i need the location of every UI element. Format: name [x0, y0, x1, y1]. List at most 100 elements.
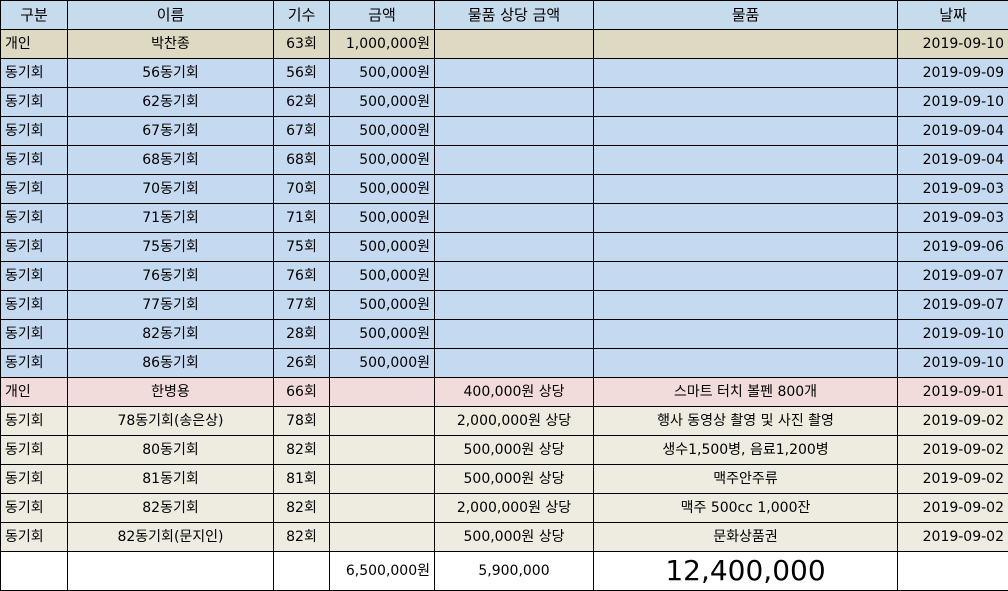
cell-gen[interactable]: 62회 — [273, 87, 330, 117]
header-goods[interactable]: 물품 — [593, 0, 898, 30]
cell-date[interactable]: 2019-09-03 — [897, 203, 1008, 233]
cell-name[interactable]: 75동기회 — [67, 232, 274, 262]
header-gen[interactable]: 기수 — [273, 0, 330, 30]
cell-name[interactable]: 68동기회 — [67, 145, 274, 175]
cell-goods[interactable]: 맥주 500cc 1,000잔 — [593, 493, 898, 523]
cell-amount[interactable]: 500,000원 — [329, 116, 435, 146]
cell-type[interactable]: 동기회 — [0, 464, 68, 494]
cell-gen[interactable]: 71회 — [273, 203, 330, 233]
cell-type[interactable]: 동기회 — [0, 145, 68, 175]
cell-date[interactable]: 2019-09-02 — [897, 464, 1008, 494]
cell-name[interactable]: 한병용 — [67, 377, 274, 407]
cell-goods[interactable] — [593, 203, 898, 233]
cell-amount[interactable]: 500,000원 — [329, 203, 435, 233]
cell-name[interactable]: 78동기회(송은상) — [67, 406, 274, 436]
total-gen-cell[interactable] — [273, 551, 330, 591]
cell-gen[interactable]: 78회 — [273, 406, 330, 436]
cell-gen[interactable]: 26회 — [273, 348, 330, 378]
cell-goods-value[interactable] — [434, 145, 594, 175]
total-date-cell[interactable] — [897, 551, 1008, 591]
cell-gen[interactable]: 66회 — [273, 377, 330, 407]
cell-gen[interactable]: 63회 — [273, 29, 330, 59]
cell-amount[interactable]: 500,000원 — [329, 232, 435, 262]
cell-date[interactable]: 2019-09-02 — [897, 493, 1008, 523]
cell-goods-value[interactable] — [434, 87, 594, 117]
cell-amount[interactable] — [329, 493, 435, 523]
cell-amount[interactable]: 500,000원 — [329, 319, 435, 349]
cell-goods-value[interactable] — [434, 58, 594, 88]
cell-goods[interactable] — [593, 232, 898, 262]
cell-amount[interactable] — [329, 435, 435, 465]
total-type-cell[interactable] — [0, 551, 68, 591]
cell-date[interactable]: 2019-09-07 — [897, 290, 1008, 320]
cell-name[interactable]: 82동기회 — [67, 319, 274, 349]
cell-type[interactable]: 개인 — [0, 29, 68, 59]
cell-goods[interactable] — [593, 348, 898, 378]
cell-amount[interactable] — [329, 522, 435, 552]
cell-type[interactable]: 동기회 — [0, 58, 68, 88]
cell-goods-value[interactable] — [434, 116, 594, 146]
cell-name[interactable]: 76동기회 — [67, 261, 274, 291]
cell-goods[interactable]: 생수1,500병, 음료1,200병 — [593, 435, 898, 465]
cell-goods[interactable] — [593, 319, 898, 349]
cell-date[interactable]: 2019-09-10 — [897, 29, 1008, 59]
cell-goods-value[interactable]: 500,000원 상당 — [434, 435, 594, 465]
cell-amount[interactable]: 500,000원 — [329, 261, 435, 291]
cell-goods-value[interactable] — [434, 203, 594, 233]
cell-date[interactable]: 2019-09-01 — [897, 377, 1008, 407]
cell-goods[interactable] — [593, 145, 898, 175]
cell-date[interactable]: 2019-09-06 — [897, 232, 1008, 262]
cell-goods[interactable]: 스마트 터치 볼펜 800개 — [593, 377, 898, 407]
total-name-cell[interactable] — [67, 551, 274, 591]
grand-total[interactable]: 12,400,000 — [593, 551, 898, 591]
cell-goods-value[interactable] — [434, 29, 594, 59]
cell-gen[interactable]: 67회 — [273, 116, 330, 146]
cell-gen[interactable]: 28회 — [273, 319, 330, 349]
cell-amount[interactable]: 500,000원 — [329, 348, 435, 378]
cell-gen[interactable]: 68회 — [273, 145, 330, 175]
cell-gen[interactable]: 81회 — [273, 464, 330, 494]
header-date[interactable]: 날짜 — [897, 0, 1008, 30]
cell-gen[interactable]: 82회 — [273, 435, 330, 465]
cell-amount[interactable]: 500,000원 — [329, 58, 435, 88]
cell-name[interactable]: 56동기회 — [67, 58, 274, 88]
cell-goods[interactable] — [593, 174, 898, 204]
cell-type[interactable]: 동기회 — [0, 435, 68, 465]
cell-type[interactable]: 동기회 — [0, 261, 68, 291]
header-name[interactable]: 이름 — [67, 0, 274, 30]
cell-type[interactable]: 동기회 — [0, 87, 68, 117]
cell-name[interactable]: 86동기회 — [67, 348, 274, 378]
cell-date[interactable]: 2019-09-04 — [897, 116, 1008, 146]
cell-date[interactable]: 2019-09-02 — [897, 435, 1008, 465]
total-amount[interactable]: 6,500,000원 — [329, 551, 435, 591]
cell-amount[interactable]: 500,000원 — [329, 290, 435, 320]
cell-type[interactable]: 동기회 — [0, 348, 68, 378]
cell-date[interactable]: 2019-09-09 — [897, 58, 1008, 88]
cell-amount[interactable]: 500,000원 — [329, 87, 435, 117]
cell-goods-value[interactable]: 500,000원 상당 — [434, 464, 594, 494]
cell-goods-value[interactable] — [434, 290, 594, 320]
cell-date[interactable]: 2019-09-07 — [897, 261, 1008, 291]
cell-goods[interactable]: 맥주안주류 — [593, 464, 898, 494]
cell-date[interactable]: 2019-09-02 — [897, 406, 1008, 436]
cell-goods-value[interactable]: 500,000원 상당 — [434, 522, 594, 552]
cell-goods-value[interactable] — [434, 232, 594, 262]
header-type[interactable]: 구분 — [0, 0, 68, 30]
cell-name[interactable]: 71동기회 — [67, 203, 274, 233]
cell-gen[interactable]: 76회 — [273, 261, 330, 291]
cell-type[interactable]: 동기회 — [0, 319, 68, 349]
cell-amount[interactable] — [329, 464, 435, 494]
cell-type[interactable]: 동기회 — [0, 174, 68, 204]
cell-type[interactable]: 개인 — [0, 377, 68, 407]
cell-date[interactable]: 2019-09-10 — [897, 319, 1008, 349]
cell-date[interactable]: 2019-09-10 — [897, 348, 1008, 378]
cell-goods-value[interactable] — [434, 174, 594, 204]
cell-amount[interactable]: 1,000,000원 — [329, 29, 435, 59]
cell-name[interactable]: 67동기회 — [67, 116, 274, 146]
cell-amount[interactable] — [329, 406, 435, 436]
total-goods-value[interactable]: 5,900,000 — [434, 551, 594, 591]
cell-name[interactable]: 80동기회 — [67, 435, 274, 465]
cell-date[interactable]: 2019-09-04 — [897, 145, 1008, 175]
cell-goods-value[interactable] — [434, 261, 594, 291]
cell-goods[interactable] — [593, 290, 898, 320]
